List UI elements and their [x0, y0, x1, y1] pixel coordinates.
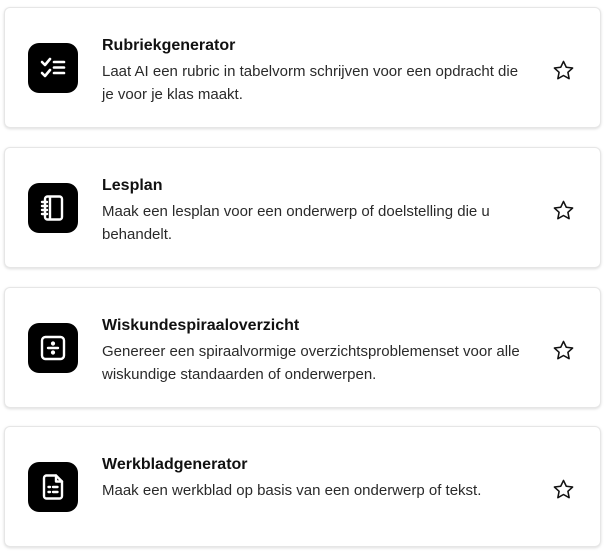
- tool-card-text: Lesplan Maak een lesplan voor een onderw…: [102, 176, 532, 246]
- notebook-icon: [28, 183, 78, 233]
- favorite-star-icon[interactable]: [551, 477, 575, 501]
- tool-card-text: Werkbladgenerator Maak een werkblad op b…: [102, 455, 532, 502]
- checklist-icon: [28, 43, 78, 93]
- tool-card-text: Rubriekgenerator Laat AI een rubric in t…: [102, 36, 532, 106]
- tool-description: Laat AI een rubric in tabelvorm schrijve…: [102, 63, 519, 103]
- tool-card-wiskundespiraaloverzicht[interactable]: Wiskundespiraaloverzicht Genereer een sp…: [4, 287, 601, 408]
- divide-icon: [28, 323, 78, 373]
- favorite-star-icon[interactable]: [551, 198, 575, 222]
- tool-card-lesplan[interactable]: Lesplan Maak een lesplan voor een onderw…: [4, 147, 601, 268]
- tool-description: Genereer een spiraalvormige overzichtspr…: [102, 343, 520, 383]
- favorite-star-icon[interactable]: [551, 58, 575, 82]
- tool-title: Werkbladgenerator: [102, 456, 248, 473]
- tool-title: Wiskundespiraaloverzicht: [102, 317, 300, 334]
- tool-description: Maak een lesplan voor een onderwerp of d…: [102, 203, 490, 243]
- tool-card-rubriekgenerator[interactable]: Rubriekgenerator Laat AI een rubric in t…: [4, 7, 601, 128]
- tool-card-text: Wiskundespiraaloverzicht Genereer een sp…: [102, 316, 532, 386]
- tool-description: Maak een werkblad op basis van een onder…: [102, 482, 482, 499]
- favorite-star-icon[interactable]: [551, 338, 575, 362]
- document-icon: [28, 462, 78, 512]
- tool-title: Rubriekgenerator: [102, 37, 236, 54]
- tool-card-werkbladgenerator[interactable]: Werkbladgenerator Maak een werkblad op b…: [4, 426, 601, 547]
- tool-title: Lesplan: [102, 177, 163, 194]
